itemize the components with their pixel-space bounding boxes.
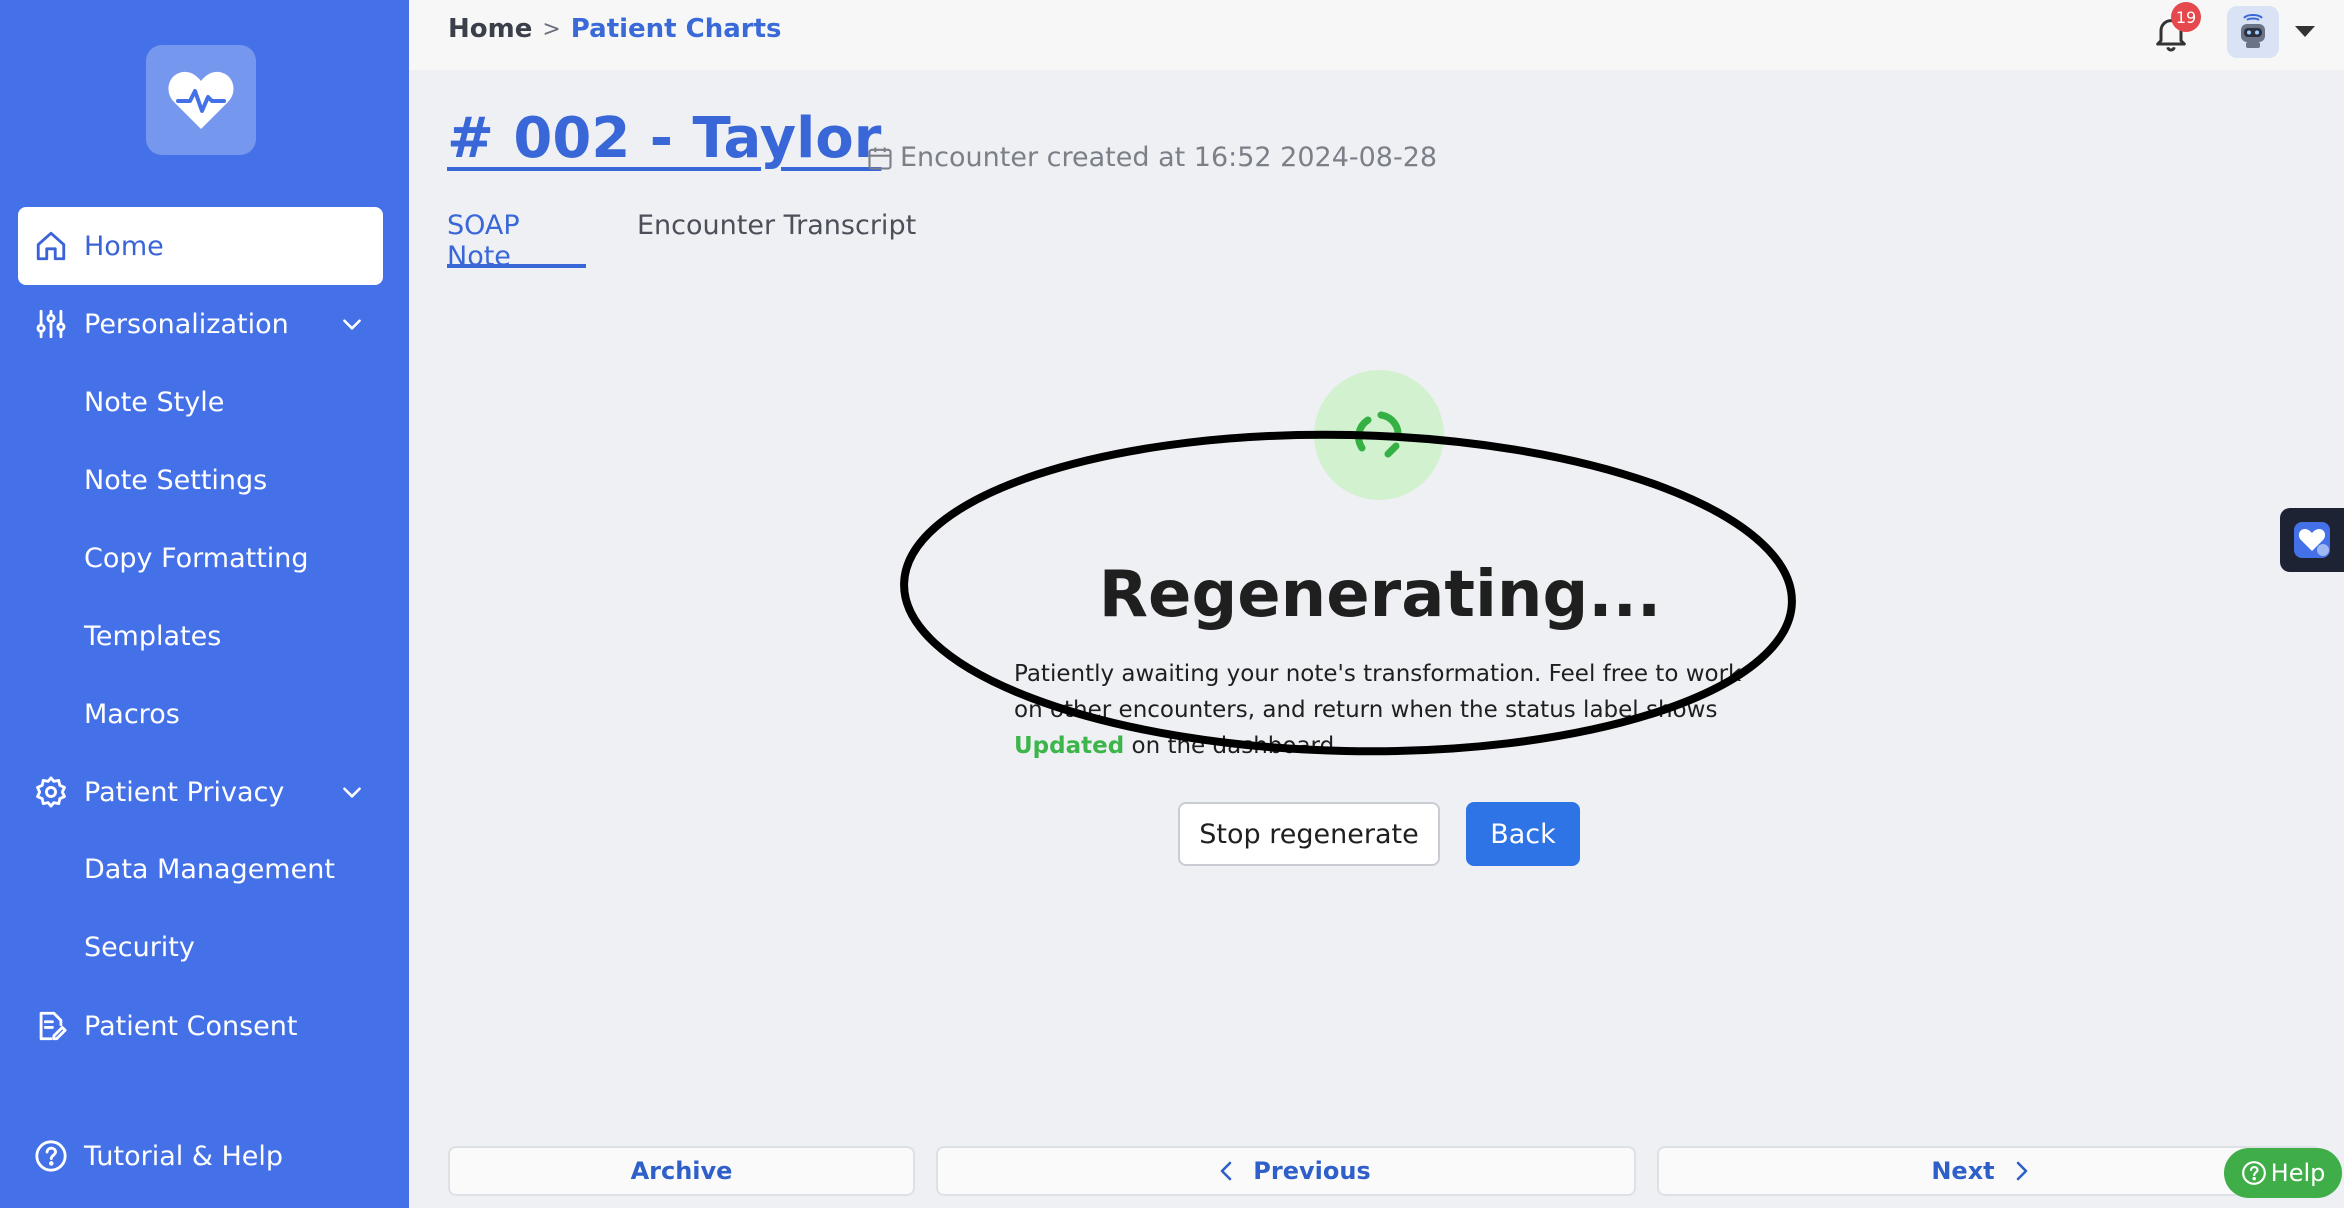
sidebar-item-label: Patient Consent bbox=[84, 1010, 298, 1042]
sidebar-item-note-style[interactable]: Note Style bbox=[84, 383, 224, 423]
sidebar-item-home[interactable]: Home bbox=[18, 207, 383, 285]
previous-label: Previous bbox=[1253, 1157, 1371, 1185]
sidebar-item-security[interactable]: Security bbox=[84, 928, 195, 968]
sidebar-item-personalization[interactable]: Personalization bbox=[18, 285, 383, 363]
next-label: Next bbox=[1931, 1157, 1995, 1185]
chevron-down-icon[interactable] bbox=[339, 311, 365, 344]
encounter-created-text: Encounter created at 16:52 2024-08-28 bbox=[900, 142, 1438, 173]
tab-soap-note[interactable]: SOAP Note bbox=[447, 210, 586, 272]
sidebar-item-data-management[interactable]: Data Management bbox=[84, 850, 335, 890]
archive-button[interactable]: Archive bbox=[448, 1146, 915, 1196]
sidebar-item-patient-privacy[interactable]: Patient Privacy bbox=[18, 753, 383, 831]
sidebar-item-copy-formatting[interactable]: Copy Formatting bbox=[84, 539, 309, 579]
avatar[interactable] bbox=[2227, 6, 2279, 58]
top-bar: Home > Patient Charts 19 bbox=[409, 0, 2344, 70]
notification-badge: 19 bbox=[2171, 2, 2201, 32]
sidebar-item-macros[interactable]: Macros bbox=[84, 695, 180, 735]
breadcrumb: Home > Patient Charts bbox=[448, 14, 782, 44]
calendar-icon bbox=[868, 147, 892, 170]
archive-label: Archive bbox=[630, 1157, 733, 1185]
status-description: Patiently awaiting your note's transform… bbox=[1014, 656, 1744, 764]
app-logo[interactable] bbox=[146, 45, 256, 155]
caret-down-icon[interactable] bbox=[2295, 26, 2315, 37]
help-button[interactable]: Help bbox=[2224, 1148, 2342, 1198]
question-circle-icon bbox=[2241, 1161, 2266, 1185]
status-description-text: Patiently awaiting your note's transform… bbox=[1014, 661, 1742, 723]
question-circle-icon bbox=[18, 1139, 84, 1173]
status-title: Regenerating... bbox=[1098, 558, 1662, 632]
floating-assistant-widget[interactable] bbox=[2280, 508, 2344, 572]
sidebar-item-label: Patient Privacy bbox=[84, 776, 285, 808]
stop-regenerate-button[interactable]: Stop regenerate bbox=[1178, 802, 1440, 866]
regenerating-indicator bbox=[1314, 370, 1444, 500]
home-icon bbox=[18, 229, 84, 263]
breadcrumb-home[interactable]: Home bbox=[448, 14, 532, 44]
next-button[interactable]: Next bbox=[1657, 1146, 2321, 1196]
status-label-updated: Updated bbox=[1014, 733, 1125, 759]
sidebar: Home Personalization Note Style Note Set… bbox=[0, 0, 409, 1208]
sidebar-item-tutorial-help[interactable]: Tutorial & Help bbox=[18, 1117, 383, 1195]
sidebar-item-label: Tutorial & Help bbox=[84, 1140, 284, 1172]
sidebar-item-templates[interactable]: Templates bbox=[84, 617, 221, 657]
sliders-icon bbox=[18, 307, 84, 341]
breadcrumb-current[interactable]: Patient Charts bbox=[571, 14, 782, 44]
sidebar-item-patient-consent[interactable]: Patient Consent bbox=[18, 987, 383, 1065]
chevron-down-icon[interactable] bbox=[339, 779, 365, 812]
sidebar-item-label: Home bbox=[84, 230, 164, 262]
tab-encounter-transcript[interactable]: Encounter Transcript bbox=[637, 210, 916, 268]
status-description-end: on the dashboard. bbox=[1124, 733, 1342, 759]
encounter-created: Encounter created at 16:52 2024-08-28 bbox=[866, 142, 1437, 173]
gear-icon bbox=[18, 775, 84, 809]
sidebar-item-note-settings[interactable]: Note Settings bbox=[84, 461, 267, 501]
page-title: # 002 - Taylor bbox=[447, 106, 882, 171]
sidebar-item-label: Personalization bbox=[84, 308, 289, 340]
help-label: Help bbox=[2270, 1159, 2326, 1187]
heart-pulse-logo-icon bbox=[168, 71, 234, 129]
heart-logo-icon bbox=[2294, 522, 2330, 558]
previous-button[interactable]: Previous bbox=[936, 1146, 1636, 1196]
refresh-icon bbox=[1355, 411, 1402, 458]
chevron-left-icon bbox=[1215, 1159, 1239, 1183]
robot-avatar-icon bbox=[2241, 14, 2265, 48]
chevron-right-icon bbox=[2009, 1159, 2033, 1183]
document-edit-icon bbox=[18, 1009, 84, 1043]
back-button[interactable]: Back bbox=[1466, 802, 1580, 866]
breadcrumb-separator: > bbox=[542, 16, 561, 42]
